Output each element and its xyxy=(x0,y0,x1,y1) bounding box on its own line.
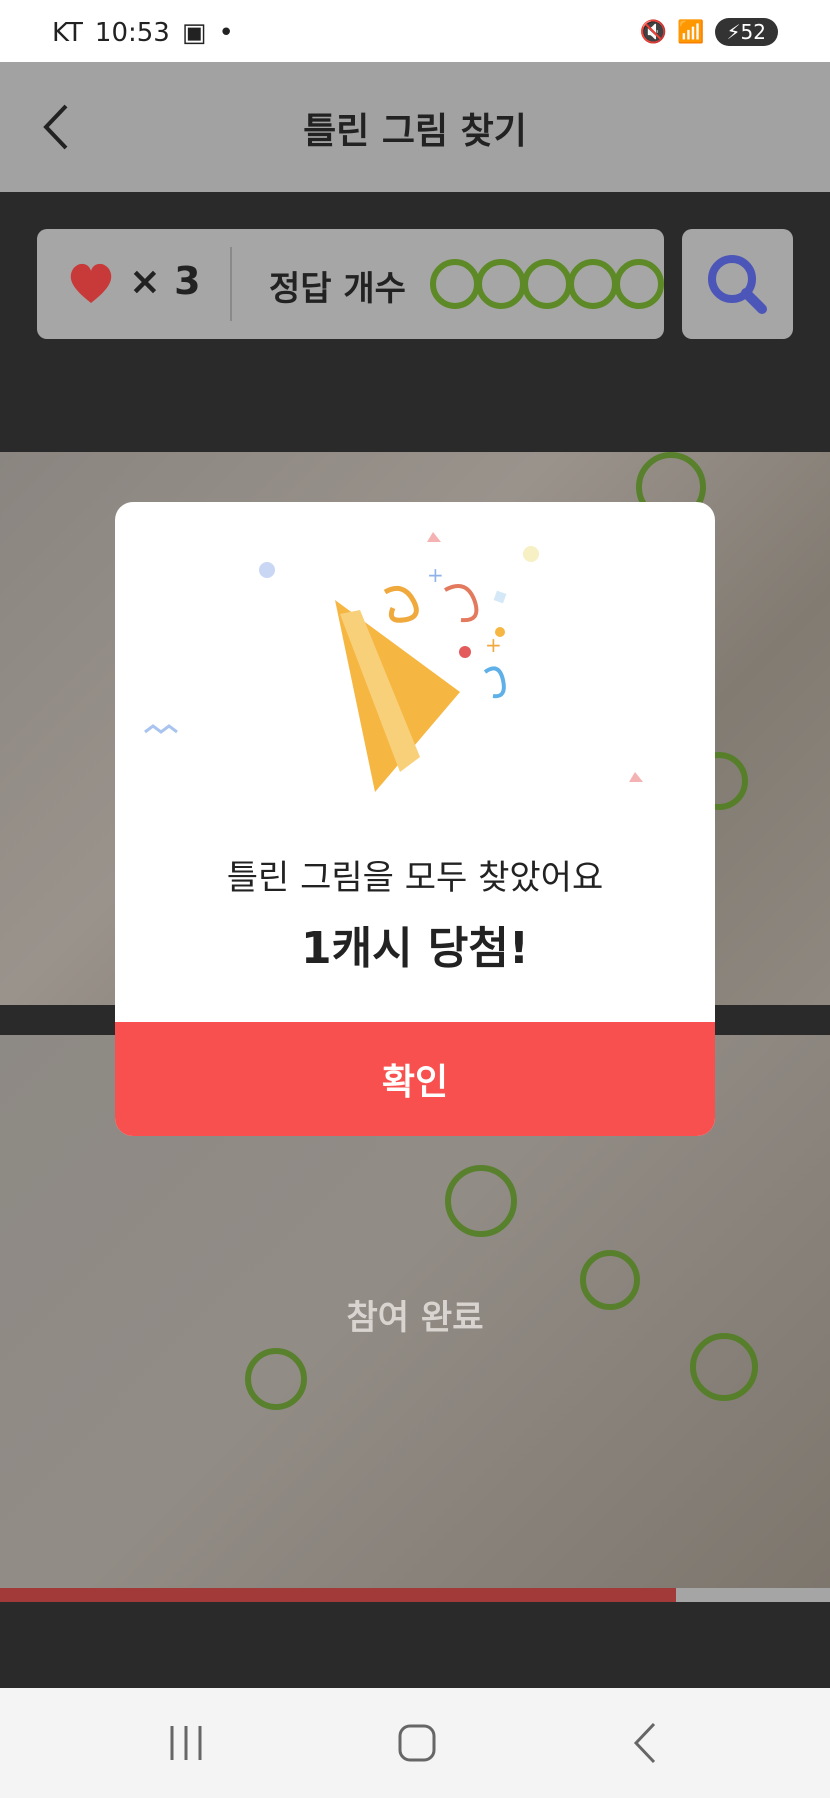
found-marker xyxy=(445,1165,517,1237)
battery-level: 52 xyxy=(740,20,766,44)
heart-icon xyxy=(70,263,112,303)
time-progress-bar xyxy=(0,1588,830,1602)
status-bar: KT 10:53 ▣ • 🔇 📶 ⚡52 xyxy=(0,0,830,62)
wifi-icon: 📶 xyxy=(677,19,705,45)
participation-done-label: 참여 완료 xyxy=(346,1298,484,1338)
app-header: 틀린 그림 찾기 xyxy=(0,62,830,192)
answer-ring-icon xyxy=(522,259,572,309)
lives-count: × 3 xyxy=(129,259,201,303)
home-icon[interactable] xyxy=(392,1718,442,1768)
hint-search-button[interactable] xyxy=(682,229,793,339)
answer-ring-icon xyxy=(430,259,480,309)
system-nav-bar xyxy=(0,1688,830,1798)
back-icon[interactable] xyxy=(622,1718,672,1768)
screenshot-icon: ▣ xyxy=(181,18,207,48)
party-popper-icon: + + xyxy=(144,532,643,792)
mute-icon: 🔇 xyxy=(639,19,668,45)
answer-ring-icon xyxy=(614,259,664,309)
answer-count-label: 정답 개수 xyxy=(269,269,406,309)
notification-dot-icon: • xyxy=(218,18,234,48)
svg-text:+: + xyxy=(427,563,444,587)
prize-text: 1캐시 당첨! xyxy=(301,923,529,974)
page-title: 틀린 그림 찾기 xyxy=(303,111,527,152)
confirm-button[interactable]: 확인 xyxy=(115,1022,715,1136)
clock: 10:53 xyxy=(94,18,170,48)
answer-ring-icon xyxy=(476,259,526,309)
progress-fill xyxy=(0,1588,677,1602)
answer-rings xyxy=(430,259,664,309)
found-marker xyxy=(245,1348,307,1410)
success-dialog: + + 틀린 그림을 모두 찾았어요 1캐시 당첨! 확인 xyxy=(115,502,715,1136)
battery-indicator: ⚡52 xyxy=(714,18,778,46)
search-icon xyxy=(708,255,767,314)
divider xyxy=(230,247,232,321)
found-marker xyxy=(690,1333,758,1401)
success-message: 틀린 그림을 모두 찾았어요 xyxy=(226,858,604,898)
carrier: KT xyxy=(52,18,83,48)
svg-text:+: + xyxy=(485,633,502,657)
answer-ring-icon xyxy=(568,259,618,309)
score-bar: × 3 정답 개수 xyxy=(37,229,664,339)
recent-apps-icon[interactable] xyxy=(162,1718,212,1768)
